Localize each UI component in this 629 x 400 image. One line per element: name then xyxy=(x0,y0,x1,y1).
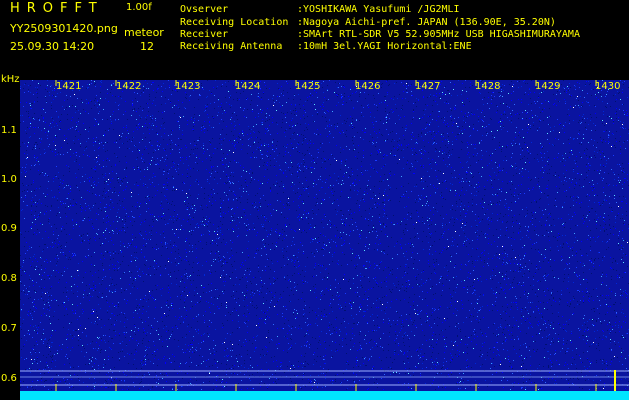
x-tick-label: 1422 xyxy=(116,81,142,92)
receiver-key: Receiver xyxy=(180,29,229,40)
y-tick-label: 1.0 xyxy=(1,174,17,185)
y-tick-label: 0.9 xyxy=(1,223,17,234)
filename: YY2509301420.png xyxy=(10,22,118,35)
x-tick-label: 1429 xyxy=(535,81,561,92)
x-tick-label: 1430 xyxy=(595,81,621,92)
location-key: Receiving Location xyxy=(180,17,289,28)
x-tick-label: 1421 xyxy=(56,81,82,92)
antenna-key: Receiving Antenna xyxy=(180,41,283,52)
observer-key: Ovserver xyxy=(180,4,229,15)
y-tick-label: 1.1 xyxy=(1,125,17,136)
location-value: :Nagoya Aichi-pref. JAPAN (136.90E, 35.2… xyxy=(297,17,556,28)
app-version: 1.00f xyxy=(126,2,152,13)
meteor-label: meteor xyxy=(124,26,164,39)
y-tick-label: 0.6 xyxy=(1,373,17,384)
spectrogram xyxy=(20,80,629,400)
x-tick-label: 1427 xyxy=(415,81,441,92)
meteor-count: 12 xyxy=(140,40,154,53)
datetime: 25.09.30 14:20 xyxy=(10,40,95,53)
bottom-band xyxy=(20,391,629,400)
x-tick-label: 1424 xyxy=(235,81,261,92)
y-tick-label: 0.8 xyxy=(1,273,17,284)
x-tick-label: 1423 xyxy=(175,81,201,92)
receiver-value: :SMArt RTL-SDR V5 52.905MHz USB HIGASHIM… xyxy=(297,29,580,40)
x-tick-label: 1425 xyxy=(295,81,321,92)
x-tick-label: 1426 xyxy=(355,81,381,92)
observer-value: :YOSHIKAWA Yasufumi /JG2MLI xyxy=(297,4,460,15)
y-axis-unit: kHz xyxy=(1,74,20,85)
antenna-value: :10mH 3el.YAGI Horizontal:ENE xyxy=(297,41,472,52)
y-tick-label: 0.7 xyxy=(1,323,17,334)
x-tick-label: 1428 xyxy=(475,81,501,92)
app-title: HROFFT xyxy=(10,1,104,16)
